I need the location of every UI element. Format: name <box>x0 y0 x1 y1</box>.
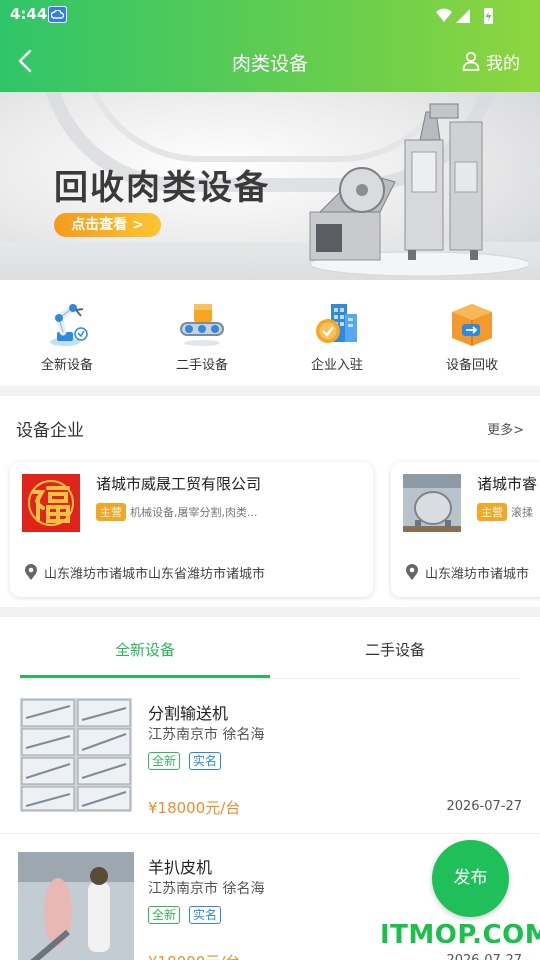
recycle-box-icon <box>448 300 496 348</box>
tab-active-indicator <box>20 675 270 678</box>
listing-location: 江苏南京市 徐名海 <box>148 727 265 743</box>
listing-badges: 全新 实名 <box>148 752 222 770</box>
enterprise-card[interactable]: 诸城市威晟工贸有限公司 主营 机械设备,屠宰分割,肉类... 山东潍坊市诸城市山… <box>10 462 373 597</box>
robot-arm-icon <box>43 300 91 348</box>
banner-view-button[interactable]: 点击查看 > <box>54 213 161 237</box>
quick-nav-equipment-recycle[interactable]: 设备回收 <box>405 300 539 373</box>
enterprise-name: 诸城市睿 <box>477 475 538 493</box>
main-business-text: 机械设备,屠宰分割,肉类... <box>130 506 258 519</box>
meat-slicer-machine-image <box>309 103 530 277</box>
main-business-tag: 主营 <box>96 503 126 521</box>
conveyor-box-icon <box>178 300 226 348</box>
quick-nav-enterprise-join[interactable]: 企业入驻 <box>270 300 404 373</box>
publish-button[interactable]: 发布 <box>432 840 509 917</box>
banner-title: 回收肉类设备 <box>54 168 270 208</box>
address-text: 山东潍坊市诸城市山东省潍坊市诸城市 <box>44 567 266 582</box>
main-business-text: 滚揉 <box>511 506 533 519</box>
badge-new: 全新 <box>148 752 181 770</box>
listing-date: 2026-07-27 <box>446 953 522 960</box>
page-title: 肉类设备 <box>231 53 308 75</box>
user-icon <box>462 51 480 71</box>
tab-used-equipment[interactable]: 二手设备 <box>270 639 520 660</box>
enterprise-card[interactable]: 诸城市睿 主营 滚揉 山东潍坊市诸城市 <box>391 462 540 597</box>
main-business-tag: 主营 <box>477 503 507 521</box>
listing-date: 2026-07-27 <box>446 799 522 814</box>
listing-badges: 全新 实名 <box>148 906 222 924</box>
tab-bar: 全新设备 二手设备 <box>20 617 520 679</box>
location-pin-icon <box>25 564 37 580</box>
listing-thumbnail <box>18 852 134 960</box>
status-time: 4:44 <box>10 5 48 23</box>
enterprise-address: 山东潍坊市诸城市山东省潍坊市诸城市 <box>24 563 265 582</box>
building-badge-icon <box>313 300 361 348</box>
system-status-icons <box>436 8 493 24</box>
nav-header: 肉类设备 我的 <box>0 30 540 92</box>
enterprise-logo <box>22 474 80 532</box>
site-watermark: ITMOP.COM <box>380 920 540 950</box>
top-bar: 4:44 肉类设备 我的 <box>0 0 540 92</box>
quick-nav-label: 设备回收 <box>445 358 498 373</box>
enterprise-section: 设备企业 更多> 诸城市威晟工贸有限公司 主营 机械设备,屠宰分割,肉类... … <box>0 396 540 607</box>
listing-price: ¥18000元/台 <box>148 951 240 960</box>
quick-nav-label: 企业入驻 <box>310 358 363 373</box>
cloud-notification-icon <box>48 6 67 23</box>
enterprise-name: 诸城市威晟工贸有限公司 <box>96 475 262 493</box>
main-business-row: 主营 机械设备,屠宰分割,肉类... <box>96 503 257 521</box>
mine-button[interactable]: 我的 <box>461 49 520 74</box>
quick-nav: 全新设备 二手设备 企业入驻 设备回收 <box>0 280 540 386</box>
enterprise-address: 山东潍坊市诸城市 <box>405 563 529 582</box>
quick-nav-new-equipment[interactable]: 全新设备 <box>0 300 134 373</box>
listing-location: 江苏南京市 徐名海 <box>148 881 265 897</box>
listing-thumbnail <box>20 698 132 812</box>
listing-name: 分割输送机 <box>148 704 229 723</box>
badge-verified: 实名 <box>189 752 222 770</box>
listing-price: ¥18000元/台 <box>148 799 241 817</box>
quick-nav-label: 全新设备 <box>40 358 93 373</box>
tab-new-equipment[interactable]: 全新设备 <box>20 639 270 660</box>
main-business-row: 主营 滚揉 <box>477 503 533 521</box>
enterprise-photo <box>403 474 461 532</box>
badge-verified: 实名 <box>189 906 222 924</box>
more-link[interactable]: 更多> <box>487 419 524 438</box>
address-text: 山东潍坊市诸城市 <box>425 567 530 582</box>
location-pin-icon <box>406 564 418 580</box>
list-item[interactable]: 分割输送机 江苏南京市 徐名海 全新 实名 ¥18000元/台 2026-07-… <box>0 680 540 834</box>
quick-nav-label: 二手设备 <box>175 358 228 373</box>
app-screen: 4:44 肉类设备 我的 回收肉类设备 点击查看 > 全新设备 二手设备 企业入… <box>0 0 540 960</box>
quick-nav-used-equipment[interactable]: 二手设备 <box>135 300 269 373</box>
status-bar: 4:44 <box>0 0 540 30</box>
promo-banner[interactable]: 回收肉类设备 点击查看 > <box>0 92 540 280</box>
section-title: 设备企业 <box>16 421 84 441</box>
listing-name: 羊扒皮机 <box>148 858 213 877</box>
mine-label: 我的 <box>486 53 520 74</box>
badge-new: 全新 <box>148 906 181 924</box>
